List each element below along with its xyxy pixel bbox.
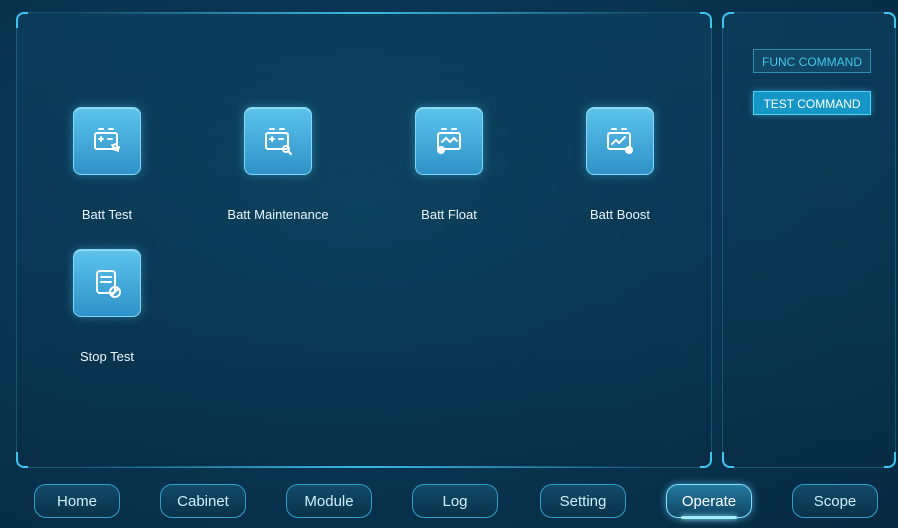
panel-corner bbox=[884, 12, 896, 28]
panel-corner bbox=[16, 452, 28, 468]
battery-boost-icon[interactable] bbox=[586, 107, 654, 175]
panel-corner bbox=[722, 12, 734, 28]
tile-batt-boost[interactable]: Batt Boost bbox=[540, 107, 700, 222]
battery-float-icon[interactable] bbox=[415, 107, 483, 175]
panel-corner bbox=[16, 12, 28, 28]
func-command-button[interactable]: FUNC COMMAND bbox=[753, 49, 871, 73]
panel-corner bbox=[722, 452, 734, 468]
nav-setting[interactable]: Setting bbox=[540, 484, 626, 518]
bottom-nav: Home Cabinet Module Log Setting Operate … bbox=[0, 484, 898, 528]
nav-scope[interactable]: Scope bbox=[792, 484, 878, 518]
tile-stop-test[interactable]: Stop Test bbox=[27, 249, 187, 364]
panel-corner bbox=[700, 452, 712, 468]
panel-corner bbox=[700, 12, 712, 28]
nav-cabinet[interactable]: Cabinet bbox=[160, 484, 246, 518]
command-panel: FUNC COMMAND TEST COMMAND bbox=[722, 12, 896, 468]
tile-label: Batt Test bbox=[81, 207, 133, 222]
tile-label: Batt Float bbox=[421, 207, 477, 222]
nav-operate[interactable]: Operate bbox=[666, 484, 752, 519]
tile-batt-test[interactable]: Batt Test bbox=[27, 107, 187, 222]
nav-home[interactable]: Home bbox=[34, 484, 120, 518]
tile-batt-float[interactable]: Batt Float bbox=[369, 107, 529, 222]
tile-batt-maintenance[interactable]: Batt Maintenance bbox=[198, 107, 358, 222]
nav-log[interactable]: Log bbox=[412, 484, 498, 518]
nav-module[interactable]: Module bbox=[286, 484, 372, 518]
panel-corner bbox=[884, 452, 896, 468]
test-command-button[interactable]: TEST COMMAND bbox=[753, 91, 871, 115]
main-panel: Batt Test Batt Maintenance Batt Float Ba… bbox=[16, 12, 712, 468]
battery-wrench-icon[interactable] bbox=[73, 107, 141, 175]
battery-search-icon[interactable] bbox=[244, 107, 312, 175]
tile-label: Batt Boost bbox=[590, 207, 650, 222]
document-stop-icon[interactable] bbox=[73, 249, 141, 317]
tile-label: Stop Test bbox=[80, 349, 134, 364]
tile-label: Batt Maintenance bbox=[227, 207, 329, 222]
